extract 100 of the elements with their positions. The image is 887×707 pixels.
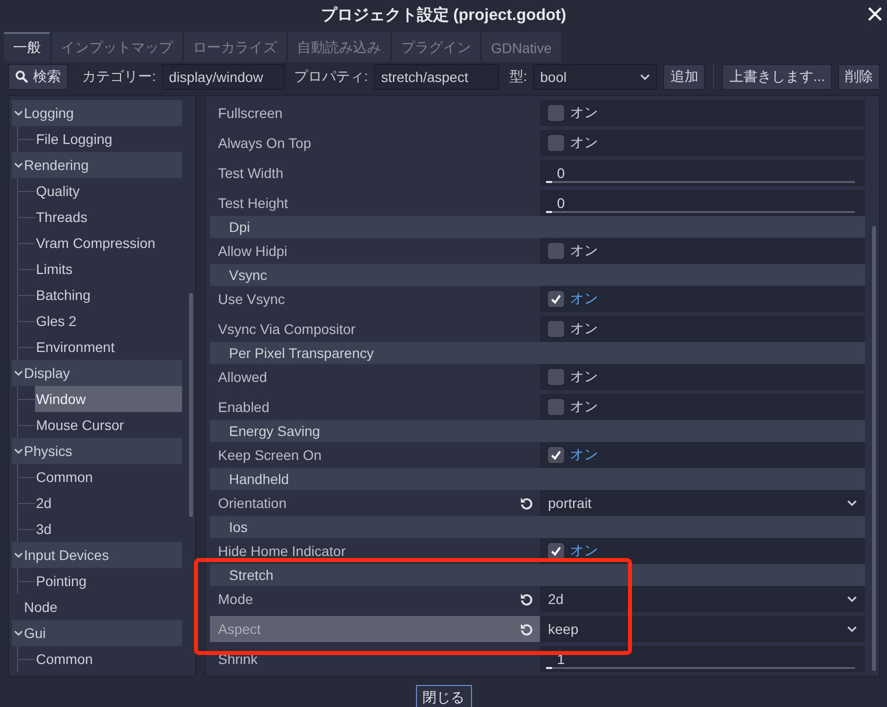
checkbox-label: オン — [570, 398, 598, 416]
property-label[interactable]: Enabled — [210, 394, 540, 420]
tree-item[interactable]: Mouse Cursor — [35, 412, 182, 438]
checkbox[interactable] — [548, 447, 564, 463]
tab[interactable]: 一般 — [4, 32, 50, 62]
property-label[interactable]: Test Width — [210, 160, 540, 186]
checkbox[interactable] — [548, 399, 564, 415]
tree-item[interactable]: Logging — [12, 100, 182, 126]
category-field[interactable]: display/window — [162, 64, 286, 90]
section-header: Stretch — [210, 564, 865, 586]
tree-item[interactable]: Environment — [35, 334, 182, 360]
chevron-icon — [847, 596, 857, 602]
search-icon — [15, 70, 29, 84]
tree-item[interactable]: Display — [12, 360, 182, 386]
tree-item[interactable]: Quality — [35, 178, 182, 204]
revert-icon[interactable] — [519, 592, 534, 606]
number-value[interactable]: 1 — [557, 651, 565, 667]
tree-item[interactable]: Gles 2 — [35, 308, 182, 334]
chevron-icon — [640, 74, 650, 80]
property-value[interactable]: オン — [540, 394, 865, 420]
section-header: Dpi — [210, 216, 865, 238]
property-label[interactable]: Test Height — [210, 190, 540, 216]
type-label: 型: — [509, 68, 528, 86]
checkbox[interactable] — [548, 135, 564, 151]
type-dropdown[interactable]: bool — [533, 64, 658, 90]
tree-item[interactable]: Node — [12, 594, 182, 620]
search-button[interactable]: 検索 — [8, 64, 68, 90]
property-value[interactable]: オン — [540, 238, 865, 264]
checkbox-label: オン — [570, 320, 598, 338]
add-button[interactable]: 追加 — [663, 64, 706, 90]
checkbox[interactable] — [548, 243, 564, 259]
tree-item[interactable]: Input Devices — [12, 542, 182, 568]
chevron-icon — [14, 551, 23, 559]
property-label[interactable]: Allowed — [210, 364, 540, 390]
property-value[interactable]: 0 — [540, 160, 865, 186]
checkbox-label: オン — [570, 242, 598, 260]
checkbox[interactable] — [548, 321, 564, 337]
property-label: プロパティ: — [294, 68, 368, 86]
chevron-icon — [14, 369, 23, 377]
property-value[interactable]: オン — [540, 100, 865, 126]
checkbox[interactable] — [548, 543, 564, 559]
property-value[interactable]: オン — [540, 286, 865, 312]
property-label[interactable]: Mode — [210, 586, 540, 612]
property-label[interactable]: Orientation — [210, 490, 540, 516]
property-label[interactable]: Fullscreen — [210, 100, 540, 126]
property-label[interactable]: Allow Hidpi — [210, 238, 540, 264]
property-value[interactable]: オン — [540, 538, 865, 564]
dropdown-value[interactable]: portrait — [548, 495, 847, 511]
property-value[interactable]: オン — [540, 442, 865, 468]
revert-icon[interactable] — [519, 622, 534, 636]
revert-icon[interactable] — [519, 496, 534, 510]
tree-item[interactable]: Common — [35, 646, 182, 672]
override-button[interactable]: 上書きします... — [722, 64, 832, 90]
checkbox[interactable] — [548, 369, 564, 385]
tree-item[interactable]: 3d — [35, 516, 182, 542]
tree-item[interactable]: Physics — [12, 438, 182, 464]
tree-item[interactable]: Vram Compression — [35, 230, 182, 256]
checkbox[interactable] — [548, 105, 564, 121]
number-value[interactable]: 0 — [557, 195, 565, 211]
property-value[interactable]: 1 — [540, 646, 865, 672]
property-value[interactable]: 0 — [540, 190, 865, 216]
property-value[interactable]: オン — [540, 316, 865, 342]
checkbox[interactable] — [548, 291, 564, 307]
dropdown-value[interactable]: keep — [548, 621, 847, 637]
property-field[interactable]: stretch/aspect — [374, 64, 500, 90]
property-label[interactable]: Vsync Via Compositor — [210, 316, 540, 342]
chevron-icon — [14, 447, 23, 455]
tree-item[interactable]: Window — [35, 386, 182, 412]
tree-item[interactable]: File Logging — [35, 126, 182, 152]
chevron-icon — [14, 161, 23, 169]
tree-item[interactable]: Rendering — [12, 152, 182, 178]
property-label[interactable]: Use Vsync — [210, 286, 540, 312]
property-label[interactable]: Hide Home Indicator — [210, 538, 540, 564]
property-value[interactable]: portrait — [540, 490, 865, 516]
checkbox-label: オン — [570, 104, 598, 122]
property-label[interactable]: Always On Top — [210, 130, 540, 156]
property-value[interactable]: オン — [540, 130, 865, 156]
scrollbar[interactable] — [872, 226, 876, 671]
property-value[interactable]: 2d — [540, 586, 865, 612]
tree-item[interactable]: Gui — [12, 620, 182, 646]
tree-item[interactable]: Common — [35, 464, 182, 490]
chevron-icon — [14, 109, 23, 117]
section-header: Per Pixel Transparency — [210, 342, 865, 364]
dropdown-value[interactable]: 2d — [548, 591, 847, 607]
tree-item[interactable]: Threads — [35, 204, 182, 230]
property-label[interactable]: Keep Screen On — [210, 442, 540, 468]
number-value[interactable]: 0 — [557, 165, 565, 181]
delete-button[interactable]: 削除 — [838, 64, 880, 90]
tree-item[interactable]: Pointing — [35, 568, 182, 594]
tree-item[interactable]: Batching — [35, 282, 182, 308]
close-button[interactable]: 閉じる — [416, 685, 472, 707]
close-icon[interactable] — [867, 6, 883, 22]
property-value[interactable]: オン — [540, 364, 865, 390]
checkbox-label: オン — [570, 134, 598, 152]
category-label: カテゴリー: — [82, 68, 156, 86]
scrollbar[interactable] — [189, 293, 193, 517]
tree-item[interactable]: 2d — [35, 490, 182, 516]
property-value[interactable]: keep — [540, 616, 865, 642]
section-header: Handheld — [210, 468, 865, 490]
tree-item[interactable]: Limits — [35, 256, 182, 282]
